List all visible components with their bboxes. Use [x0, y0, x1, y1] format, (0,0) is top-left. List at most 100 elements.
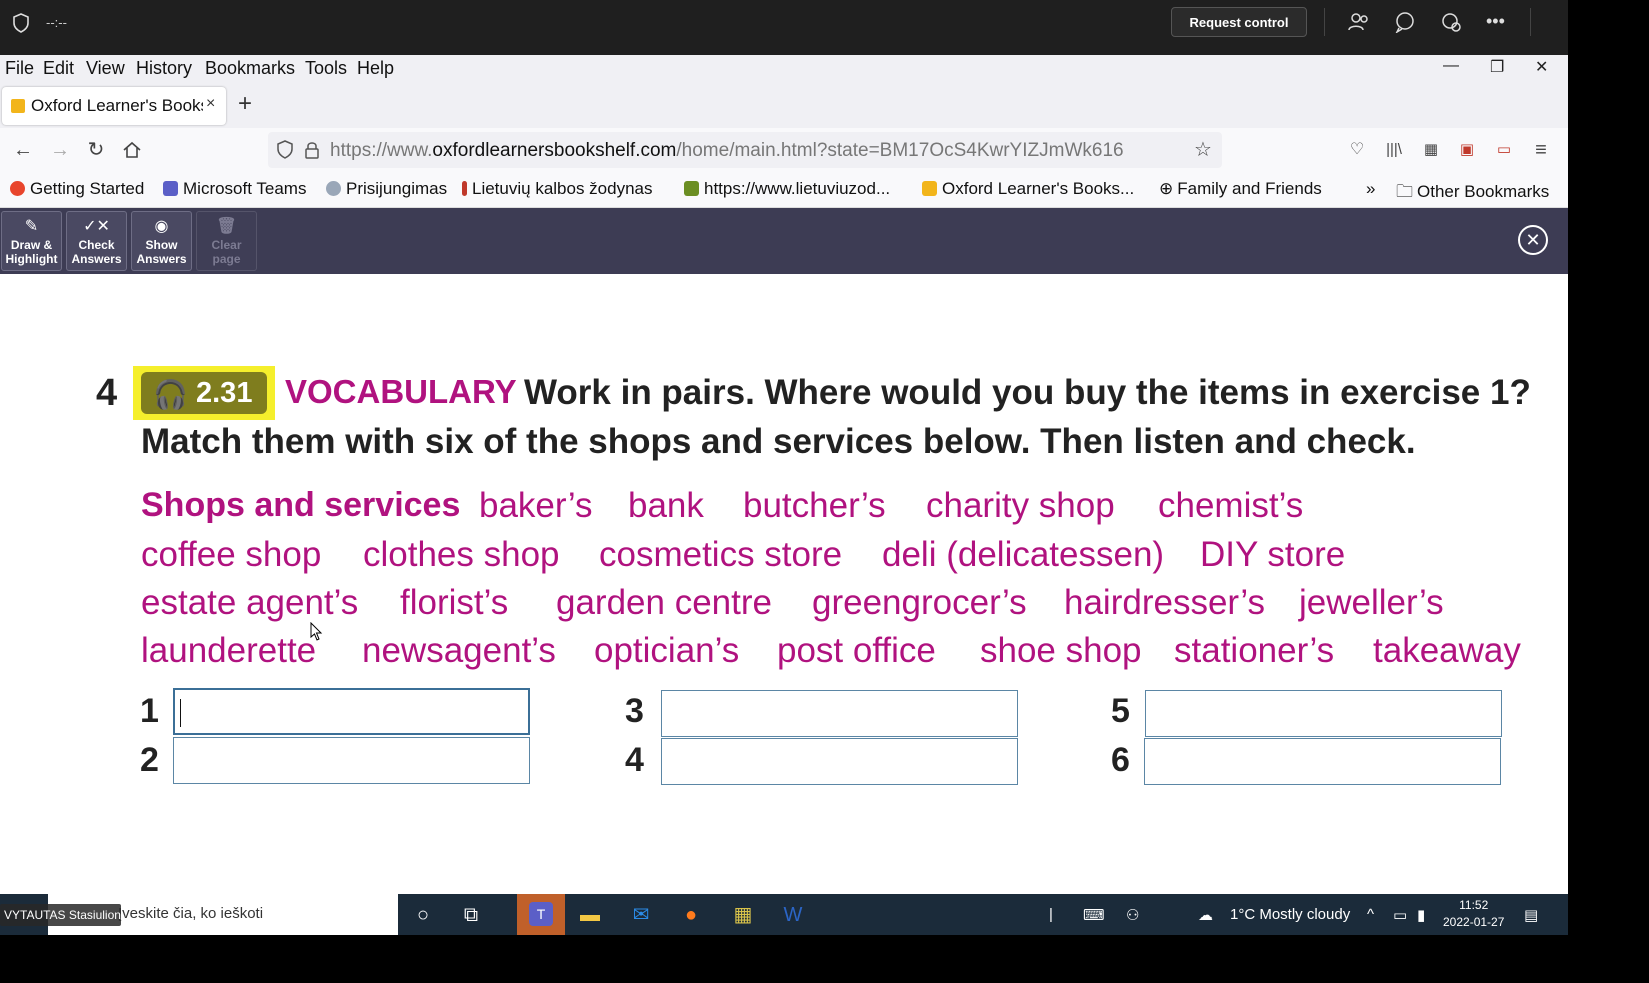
word-bank-item: jeweller’s [1299, 583, 1444, 622]
minimize-icon[interactable]: — [1443, 57, 1459, 75]
reload-icon[interactable]: ↻ [85, 139, 107, 161]
network-icon[interactable]: ▭ [1393, 906, 1407, 924]
answer-input-4[interactable] [661, 738, 1018, 785]
close-tab-icon[interactable]: × [206, 95, 215, 113]
menu-bookmarks[interactable]: Bookmarks [205, 58, 295, 79]
new-tab-icon[interactable]: + [238, 90, 252, 118]
menu-history[interactable]: History [136, 58, 192, 79]
search-placeholder: Įveskite čia, ko ieškoti [118, 905, 264, 922]
mouse-cursor-icon [310, 622, 323, 641]
reader-toolbar: ✎ Draw & Highlight ✓✕ Check Answers ◉ Show … [0, 208, 1568, 274]
menu-tools[interactable]: Tools [305, 58, 347, 79]
teams-control-bar: --:-- Request control ••• [0, 0, 1568, 55]
call-timer: --:-- [46, 15, 67, 30]
hamburger-menu-icon[interactable]: ≡ [1530, 139, 1552, 161]
pen-icon: ✎ [24, 218, 39, 235]
close-window-icon[interactable]: ✕ [1535, 57, 1548, 77]
bookmark-item[interactable]: Getting Started [10, 179, 144, 199]
app-taskbar-icon[interactable]: ▦ [729, 901, 757, 929]
divider [1324, 8, 1325, 36]
answer-input-2[interactable] [173, 737, 530, 784]
word-bank-item: launderette [141, 631, 317, 670]
star-icon[interactable]: ☆ [1194, 137, 1212, 162]
word-bank-item: coffee shop [141, 535, 322, 574]
chat-icon[interactable] [1394, 11, 1416, 33]
forward-icon[interactable]: → [49, 139, 71, 161]
bookmarks-bar: Getting Started Microsoft Teams Prisijun… [0, 172, 1568, 208]
folder-icon: 🗀 [1396, 182, 1413, 201]
shield-icon [13, 13, 29, 33]
draw-highlight-button[interactable]: ✎ Draw & Highlight [1, 211, 62, 271]
weather-icon[interactable]: ☁ [1198, 906, 1213, 924]
other-bookmarks[interactable]: 🗀 Other Bookmarks [1396, 179, 1549, 208]
text-caret [180, 699, 181, 727]
people-icon[interactable]: ⚇ [1126, 906, 1139, 924]
more-icon[interactable]: ••• [1486, 11, 1508, 33]
trash-icon: 🗑 [216, 218, 237, 235]
restore-icon[interactable]: ❐ [1490, 57, 1504, 77]
screenshot-icon[interactable]: ▭ [1493, 139, 1515, 161]
bookmarks-overflow-icon[interactable]: » [1366, 179, 1375, 199]
mail-icon[interactable]: ✉ [627, 901, 655, 929]
bookmark-item[interactable]: Prisijungimas [326, 179, 447, 199]
keyboard-icon[interactable]: ⌨ [1083, 906, 1105, 924]
answer-input-5[interactable] [1145, 690, 1502, 737]
lock-icon[interactable] [304, 141, 320, 159]
notifications-icon[interactable]: ▤ [1524, 906, 1538, 924]
menu-help[interactable]: Help [357, 58, 394, 79]
addon-icon[interactable]: ▣ [1456, 139, 1478, 161]
file-explorer-icon[interactable]: ▬ [576, 901, 604, 929]
menu-edit[interactable]: Edit [43, 58, 74, 79]
headphones-icon: 🎧 [153, 379, 188, 410]
oxford-icon [922, 181, 937, 196]
close-reader-icon[interactable]: ✕ [1518, 225, 1548, 255]
check-icon: ✓✕ [83, 218, 110, 235]
answer-number: 6 [1111, 741, 1130, 779]
chevron-up-icon[interactable]: ^ [1367, 906, 1374, 923]
word-bank-item: charity shop [926, 486, 1115, 525]
menu-bar: File Edit View History Bookmarks Tools H… [0, 55, 1568, 84]
weather-text[interactable]: 1°C Mostly cloudy [1230, 906, 1350, 923]
tracking-protection-icon[interactable] [276, 140, 294, 160]
extension-icon[interactable]: ▦ [1420, 139, 1442, 161]
teams-taskbar-icon[interactable]: T [517, 894, 565, 935]
bookmark-item[interactable]: https://www.lietuviuzod... [684, 179, 890, 199]
cortana-icon[interactable]: ○ [409, 901, 437, 929]
word-bank-item: garden centre [556, 583, 772, 622]
library-icon[interactable]: |||\ [1383, 139, 1405, 161]
pocket-icon[interactable]: ♡ [1346, 139, 1368, 161]
check-answers-button[interactable]: ✓✕ Check Answers [66, 211, 127, 271]
tab-oxford[interactable]: Oxford Learner's Bookshelf × [2, 87, 226, 125]
task-view-icon[interactable]: ⧉ [457, 901, 485, 929]
word-bank-item: takeaway [1373, 631, 1521, 670]
answer-input-3[interactable] [661, 690, 1018, 737]
bookmark-item[interactable]: Microsoft Teams [163, 179, 306, 199]
clear-page-button[interactable]: 🗑 Clear page [196, 211, 257, 271]
globe-icon [326, 181, 341, 196]
firefox-taskbar-icon[interactable]: ● [677, 901, 705, 929]
menu-view[interactable]: View [86, 58, 125, 79]
request-control-button[interactable]: Request control [1171, 7, 1307, 37]
answer-input-1[interactable] [173, 688, 530, 735]
word-bank-item: bank [628, 486, 704, 525]
url-bar[interactable]: https://www.oxfordlearnersbookshelf.com/… [268, 132, 1222, 168]
firefox-icon [10, 181, 25, 196]
bookmark-item[interactable]: Lietuvių kalbos žodynas [462, 179, 653, 199]
battery-icon[interactable]: ▮ [1417, 906, 1425, 924]
reactions-icon[interactable] [1440, 11, 1462, 33]
bookmark-item[interactable]: Oxford Learner's Books... [922, 179, 1134, 199]
screen: --:-- Request control ••• File Edit View… [0, 0, 1568, 935]
show-answers-button[interactable]: ◉ Show Answers [131, 211, 192, 271]
home-icon[interactable] [121, 139, 143, 161]
word-bank-item: cosmetics store [599, 535, 843, 574]
menu-file[interactable]: File [5, 58, 34, 79]
system-clock[interactable]: 11:52 2022-01-27 [1443, 897, 1504, 931]
word-bank-item: hairdresser’s [1064, 583, 1266, 622]
answer-input-6[interactable] [1144, 738, 1501, 785]
back-icon[interactable]: ← [12, 139, 34, 161]
audio-play-button[interactable]: 🎧 2.31 [141, 372, 267, 414]
word-taskbar-icon[interactable]: W [779, 901, 807, 929]
participants-icon[interactable] [1348, 11, 1370, 33]
bookmark-item[interactable]: ⊕ Family and Friends [1159, 179, 1322, 199]
navigation-bar: ← → ↻ https://www.oxfordlearnersbookshel… [0, 128, 1568, 172]
